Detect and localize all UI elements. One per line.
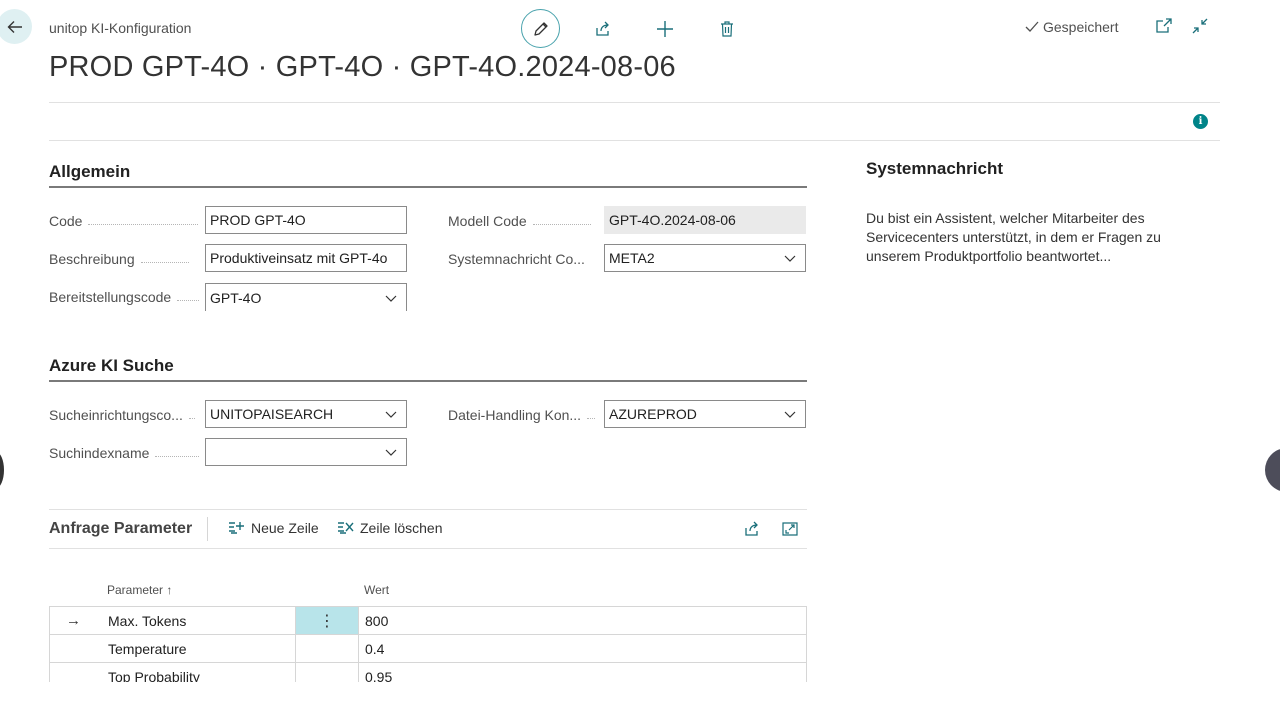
plus-icon <box>656 20 673 37</box>
parameters-grid: → Max. Tokens ⋮ 800 Temperature 0.4 Top … <box>49 606 807 682</box>
system-message-code-select[interactable]: META2 <box>604 244 806 272</box>
scroll-right-handle[interactable] <box>1265 448 1280 492</box>
description-label: Beschreibung <box>49 251 189 267</box>
parameter-cell[interactable]: Top Probability <box>108 669 200 682</box>
row-actions-cell[interactable]: ⋮ <box>295 607 359 634</box>
expand-part-button[interactable] <box>781 520 799 543</box>
chevron-down-icon <box>385 411 397 418</box>
page-title: PROD GPT-4O · GPT-4O · GPT-4O.2024-08-06 <box>49 51 676 83</box>
divider <box>49 140 1220 141</box>
delete-button[interactable] <box>707 9 746 48</box>
section-title-general[interactable]: Allgemein <box>49 162 130 182</box>
chevron-down-icon <box>784 255 796 262</box>
parameters-title[interactable]: Anfrage Parameter <box>49 520 192 538</box>
value-cell[interactable]: 800 <box>365 613 388 629</box>
code-label: Code <box>49 213 199 229</box>
value-cell[interactable]: 0.95 <box>365 669 392 682</box>
row-indicator: → <box>66 612 81 629</box>
open-in-new-window-icon <box>1156 18 1172 33</box>
section-underline <box>49 380 807 382</box>
divider <box>49 509 807 510</box>
new-line-button[interactable]: Neue Zeile <box>228 520 319 536</box>
search-index-label: Suchindexname <box>49 445 200 461</box>
pencil-icon <box>533 21 548 36</box>
table-row[interactable]: Temperature 0.4 <box>49 634 807 663</box>
value-cell[interactable]: 0.4 <box>365 641 384 657</box>
divider <box>49 102 1220 103</box>
arrow-left-icon <box>7 20 22 33</box>
trash-icon <box>720 20 733 37</box>
collapse-button[interactable] <box>1191 17 1209 40</box>
separator <box>207 517 208 541</box>
search-service-label: Sucheinrichtungsco... <box>49 407 195 423</box>
chevron-down-icon <box>385 449 397 456</box>
share-icon <box>745 521 758 536</box>
model-code-field: GPT-4O.2024-08-06 <box>604 206 806 234</box>
file-handling-select[interactable]: AZUREPROD <box>604 400 806 428</box>
window-controls <box>1155 17 1209 40</box>
system-message-text[interactable]: Du bist ein Assistent, welcher Mitarbeit… <box>866 209 1186 266</box>
file-handling-label: Datei-Handling Kon... <box>448 407 596 423</box>
more-options-icon[interactable]: ⋮ <box>296 611 358 631</box>
new-button[interactable] <box>645 9 684 48</box>
check-icon <box>1025 21 1039 32</box>
description-field[interactable]: Produktiveinsatz mit GPT-4o <box>205 244 407 272</box>
breadcrumb[interactable]: unitop KI-Konfiguration <box>49 20 191 36</box>
collapse-icon <box>1192 18 1208 34</box>
saved-label: Gespeichert <box>1043 19 1119 35</box>
scroll-left-handle[interactable] <box>0 452 4 488</box>
delete-line-button[interactable]: Zeile löschen <box>337 520 443 536</box>
deployment-select[interactable]: GPT-4O <box>205 283 407 311</box>
table-row[interactable]: → Max. Tokens ⋮ 800 <box>49 606 807 635</box>
search-service-select[interactable]: UNITOPAISEARCH <box>205 400 407 428</box>
deployment-label: Bereitstellungscode <box>49 289 200 305</box>
info-icon[interactable]: i <box>1193 114 1208 129</box>
parameter-cell[interactable]: Temperature <box>108 641 187 657</box>
row-actions-cell[interactable] <box>295 663 359 682</box>
delete-line-label: Zeile löschen <box>360 520 443 536</box>
system-message-code-label: Systemnachricht Co... <box>448 251 585 267</box>
chevron-down-icon <box>784 411 796 418</box>
divider <box>49 548 807 549</box>
part-actions <box>743 520 799 543</box>
share-icon <box>595 21 609 36</box>
system-message-title: Systemnachricht <box>866 159 1003 178</box>
model-code-label: Modell Code <box>448 213 591 229</box>
expand-icon <box>782 522 798 536</box>
code-field[interactable]: PROD GPT-4O <box>205 206 407 234</box>
section-underline <box>49 186 807 188</box>
open-in-new-window-button[interactable] <box>1155 17 1173 40</box>
column-header-value[interactable]: Wert <box>364 583 389 597</box>
delete-line-icon <box>338 522 354 534</box>
column-header-parameter[interactable]: Parameter ↑ <box>107 583 172 597</box>
new-line-label: Neue Zeile <box>251 520 319 536</box>
share-part-button[interactable] <box>743 520 761 543</box>
section-title-azure[interactable]: Azure KI Suche <box>49 356 174 376</box>
back-button[interactable] <box>0 9 32 44</box>
edit-button[interactable] <box>521 9 560 48</box>
parameter-cell[interactable]: Max. Tokens <box>108 613 186 629</box>
row-actions-cell[interactable] <box>295 634 359 662</box>
saved-status: Gespeichert <box>1024 19 1118 35</box>
action-bar <box>521 9 769 48</box>
share-button[interactable] <box>583 9 622 48</box>
search-index-select[interactable] <box>205 438 407 466</box>
new-line-icon <box>229 522 244 534</box>
chevron-down-icon <box>385 295 397 302</box>
table-row[interactable]: Top Probability 0.95 <box>49 663 807 682</box>
